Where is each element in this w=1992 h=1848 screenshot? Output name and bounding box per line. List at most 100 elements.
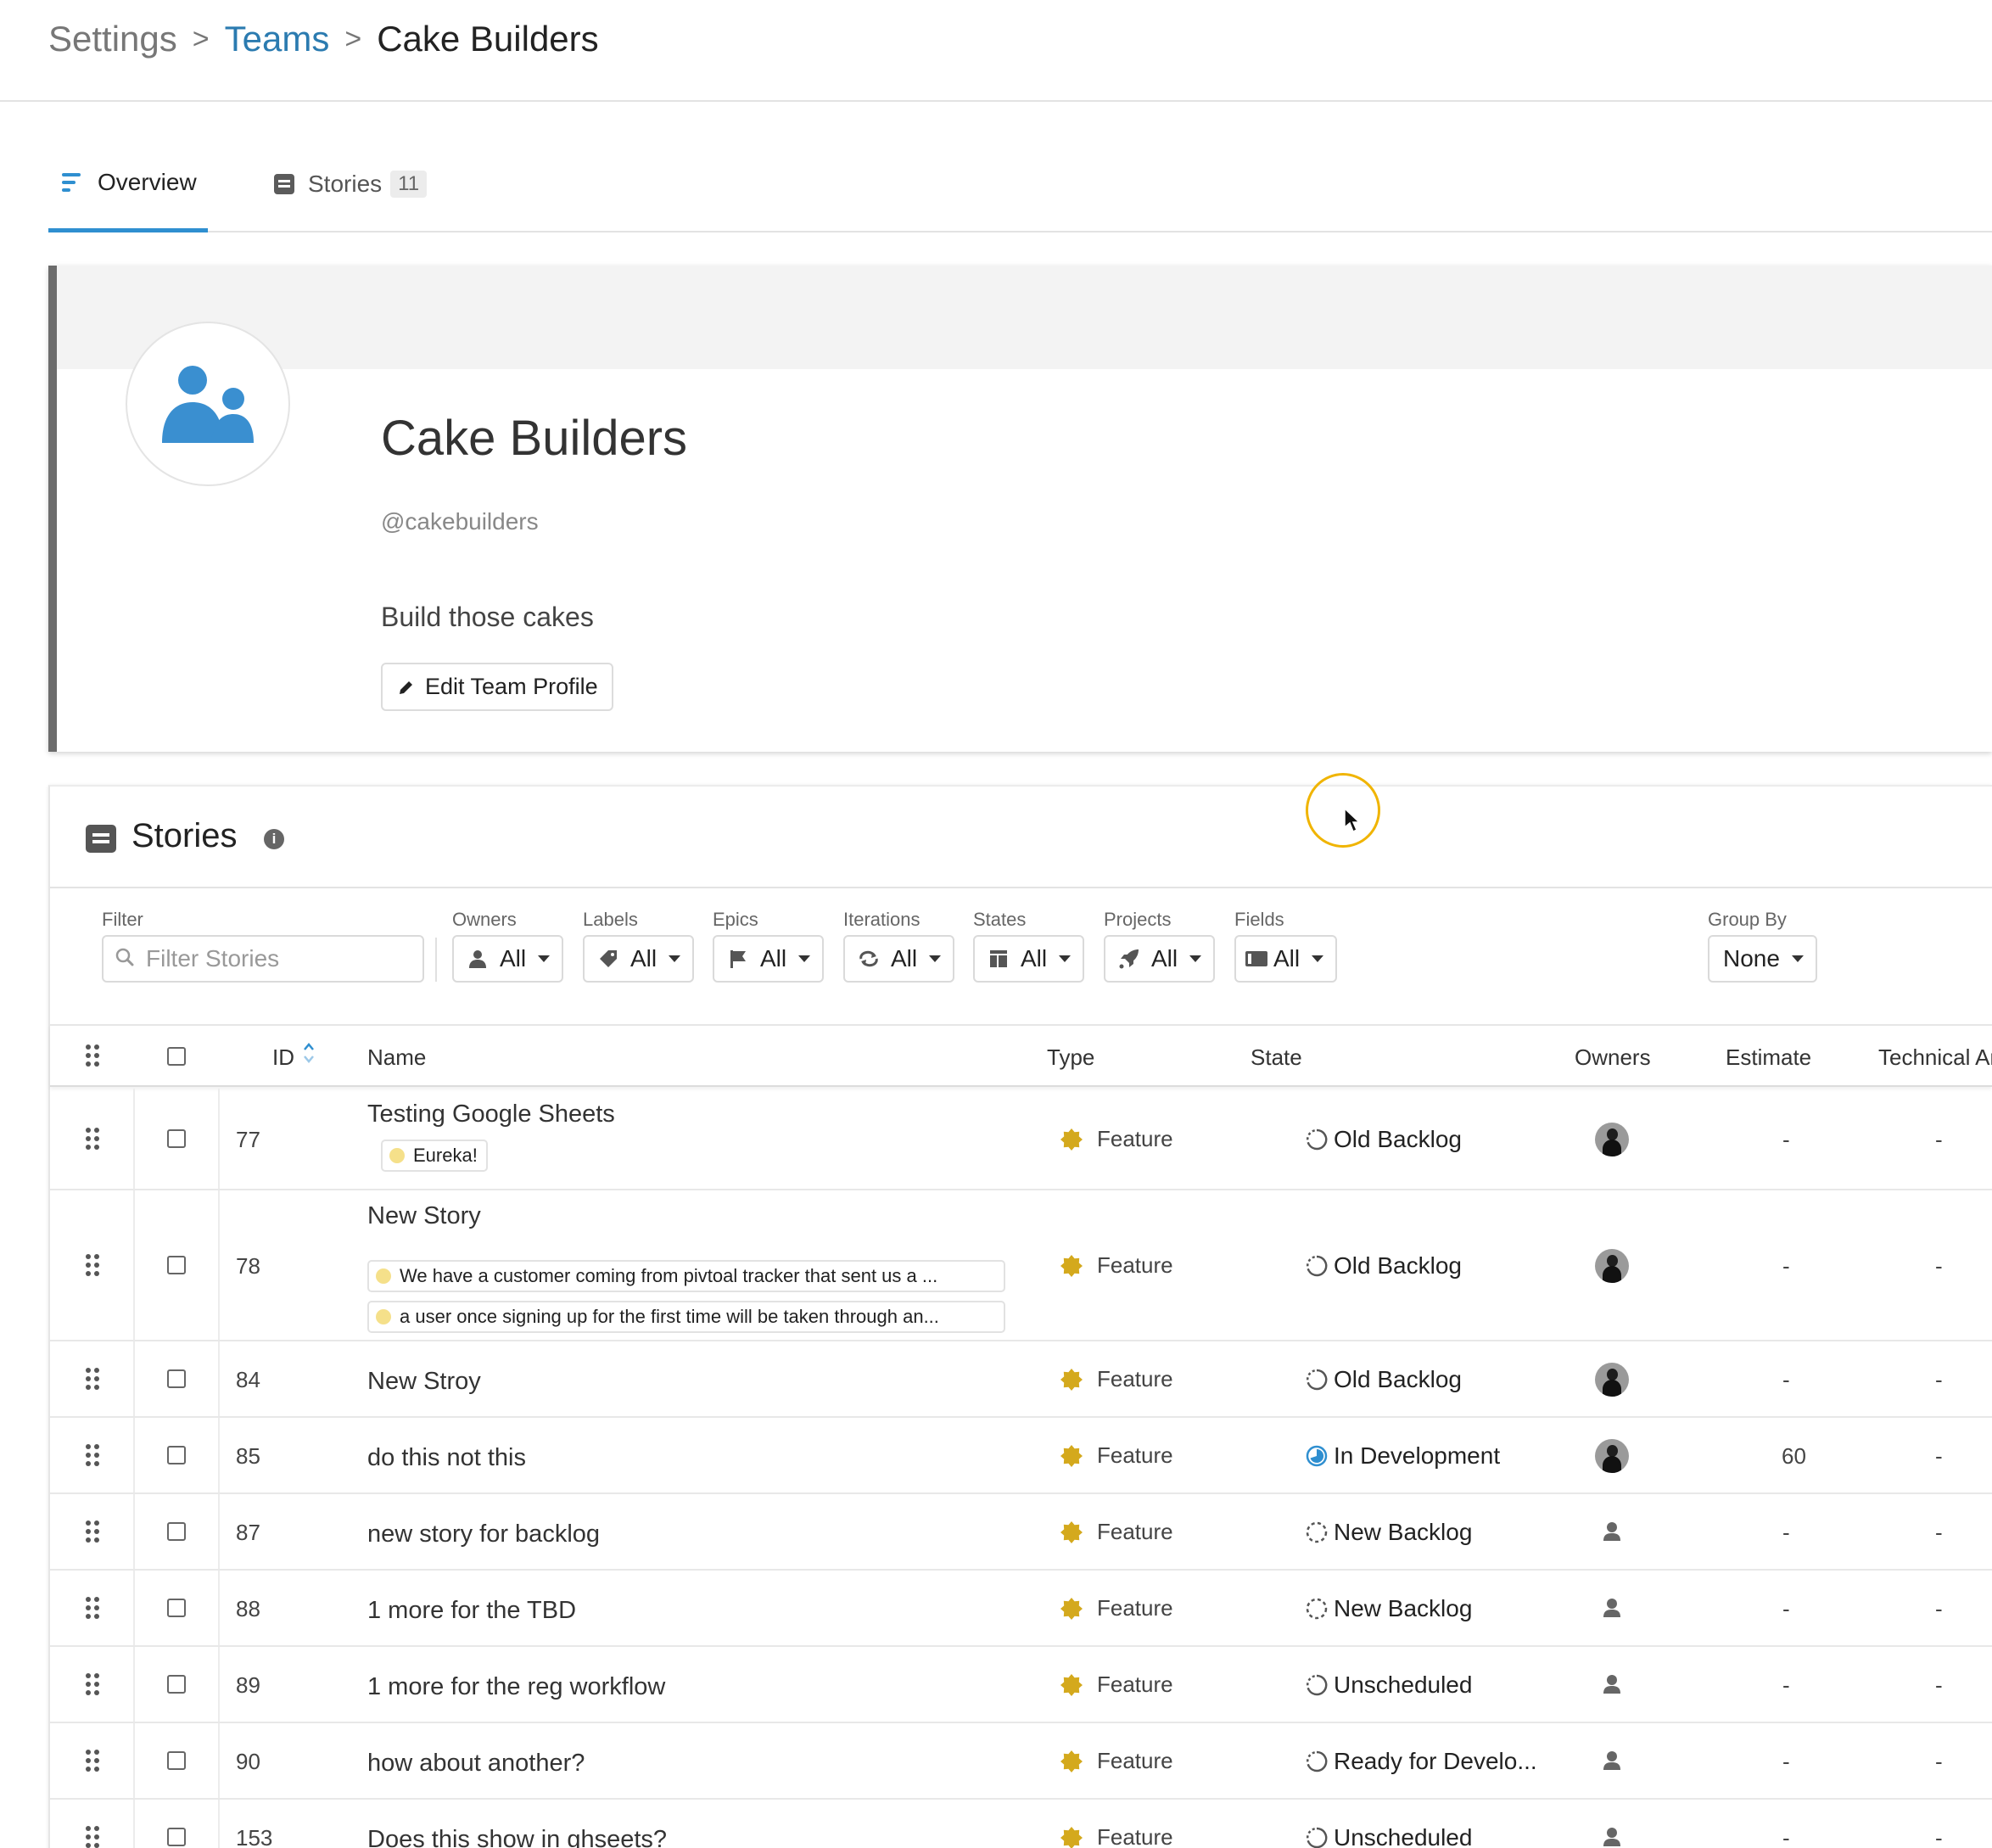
filter-stories-field[interactable] <box>102 935 424 983</box>
story-technical-area[interactable]: - <box>1935 1127 1943 1153</box>
epics-dropdown[interactable]: All <box>713 935 825 983</box>
story-estimate[interactable]: - <box>1782 1825 1790 1848</box>
row-checkbox[interactable] <box>167 1599 186 1617</box>
owner-placeholder[interactable] <box>1595 1515 1629 1549</box>
drag-handle-icon[interactable] <box>86 1044 101 1068</box>
table-row[interactable]: 89 1 more for the reg workflow Feature Unsc… <box>50 1647 1992 1723</box>
story-name-link[interactable]: how about another? <box>367 1750 585 1778</box>
drag-handle-icon[interactable] <box>86 1520 101 1544</box>
story-state[interactable]: Unscheduled <box>1305 1824 1472 1848</box>
story-state[interactable]: New Backlog <box>1305 1519 1472 1546</box>
drag-handle-icon[interactable] <box>86 1368 101 1392</box>
row-checkbox[interactable] <box>167 1369 186 1388</box>
labels-dropdown[interactable]: All <box>583 935 695 983</box>
owner-placeholder[interactable] <box>1595 1592 1629 1626</box>
story-estimate[interactable]: - <box>1782 1749 1790 1775</box>
drag-handle-icon[interactable] <box>86 1128 101 1151</box>
column-header-name[interactable]: Name <box>367 1044 426 1071</box>
owner-avatar[interactable] <box>1595 1439 1629 1473</box>
drag-handle-icon[interactable] <box>86 1444 101 1468</box>
owners-dropdown[interactable]: All <box>452 935 564 983</box>
owner-placeholder[interactable] <box>1595 1668 1629 1702</box>
row-checkbox[interactable] <box>167 1446 186 1464</box>
story-name-link[interactable]: 1 more for the reg workflow <box>367 1673 665 1701</box>
story-estimate[interactable]: - <box>1782 1596 1790 1622</box>
story-label-chip[interactable]: We have a customer coming from pivtoal t… <box>367 1260 1005 1292</box>
story-name-link[interactable]: do this not this <box>367 1444 526 1472</box>
story-state[interactable]: Old Backlog <box>1305 1126 1462 1153</box>
story-estimate[interactable]: - <box>1782 1253 1790 1280</box>
breadcrumb-teams[interactable]: Teams <box>225 15 330 63</box>
story-state[interactable]: In Development <box>1305 1442 1500 1470</box>
owner-placeholder[interactable] <box>1595 1821 1629 1848</box>
story-state[interactable]: New Backlog <box>1305 1595 1472 1622</box>
table-row[interactable]: 90 how about another? Feature Ready for Dev… <box>50 1723 1992 1800</box>
row-checkbox[interactable] <box>167 1828 186 1846</box>
select-all-checkbox[interactable] <box>167 1047 186 1066</box>
column-header-technical-area[interactable]: Technical Ar <box>1878 1044 1992 1071</box>
edit-team-profile-button[interactable]: Edit Team Profile <box>381 663 613 711</box>
row-checkbox[interactable] <box>167 1129 186 1148</box>
story-technical-area[interactable]: - <box>1935 1672 1943 1699</box>
table-row[interactable]: 153 Does this show in ghseets? Feature Unsc… <box>50 1800 1992 1848</box>
table-row[interactable]: 88 1 more for the TBD Feature New Backlog - - <box>50 1571 1992 1647</box>
projects-dropdown[interactable]: All <box>1104 935 1216 983</box>
story-name-link[interactable]: New Story <box>367 1202 481 1230</box>
row-checkbox[interactable] <box>167 1522 186 1541</box>
row-checkbox[interactable] <box>167 1675 186 1694</box>
filter-stories-input[interactable] <box>146 945 400 972</box>
story-label-chip[interactable]: Eureka! <box>381 1140 488 1172</box>
column-header-estimate[interactable]: Estimate <box>1726 1044 1811 1071</box>
drag-handle-icon[interactable] <box>86 1750 101 1773</box>
story-estimate[interactable]: - <box>1782 1367 1790 1393</box>
column-header-owners[interactable]: Owners <box>1575 1044 1651 1071</box>
tab-overview[interactable]: Overview <box>48 136 208 232</box>
story-technical-area[interactable]: - <box>1935 1596 1943 1622</box>
drag-handle-icon[interactable] <box>86 1826 101 1848</box>
fields-dropdown[interactable]: All <box>1234 935 1338 983</box>
breadcrumb-settings[interactable]: Settings <box>48 15 177 63</box>
story-technical-area[interactable]: - <box>1935 1825 1943 1848</box>
drag-handle-icon[interactable] <box>86 1673 101 1697</box>
owner-avatar[interactable] <box>1595 1123 1629 1156</box>
owner-avatar[interactable] <box>1595 1249 1629 1283</box>
owner-avatar[interactable] <box>1595 1363 1629 1397</box>
row-checkbox[interactable] <box>167 1751 186 1770</box>
column-header-id[interactable]: ID <box>272 1044 294 1071</box>
story-technical-area[interactable]: - <box>1935 1367 1943 1393</box>
row-checkbox[interactable] <box>167 1256 186 1274</box>
info-icon[interactable]: i <box>264 829 284 849</box>
story-technical-area[interactable]: - <box>1935 1749 1943 1775</box>
iterations-dropdown[interactable]: All <box>843 935 955 983</box>
table-row[interactable]: 84 New Stroy Feature Old Backlog - - <box>50 1341 1992 1418</box>
owner-placeholder[interactable] <box>1595 1744 1629 1778</box>
story-technical-area[interactable]: - <box>1935 1520 1943 1546</box>
story-name-link[interactable]: new story for backlog <box>367 1520 600 1548</box>
tab-stories[interactable]: Stories 11 <box>274 136 428 232</box>
story-name-link[interactable]: New Stroy <box>367 1368 481 1396</box>
sort-icon[interactable] <box>303 1041 315 1065</box>
states-dropdown[interactable]: All <box>973 935 1085 983</box>
story-name-link[interactable]: Does this show in ghseets? <box>367 1826 667 1848</box>
story-state[interactable]: Unscheduled <box>1305 1672 1472 1699</box>
table-row[interactable]: 87 new story for backlog Feature New Backlo… <box>50 1494 1992 1571</box>
column-header-type[interactable]: Type <box>1047 1044 1094 1071</box>
story-name-link[interactable]: 1 more for the TBD <box>367 1597 576 1625</box>
story-state[interactable]: Old Backlog <box>1305 1252 1462 1280</box>
drag-handle-icon[interactable] <box>86 1597 101 1621</box>
story-name-link[interactable]: Testing Google Sheets <box>367 1100 615 1128</box>
story-estimate[interactable]: 60 <box>1782 1443 1806 1470</box>
story-estimate[interactable]: - <box>1782 1127 1790 1153</box>
story-estimate[interactable]: - <box>1782 1520 1790 1546</box>
story-label-chip[interactable]: a user once signing up for the first tim… <box>367 1301 1005 1333</box>
column-header-state[interactable]: State <box>1251 1044 1302 1071</box>
table-row[interactable]: 77 Testing Google Sheets Eureka! Feature Old… <box>50 1089 1992 1190</box>
drag-handle-icon[interactable] <box>86 1254 101 1278</box>
table-row[interactable]: 85 do this not this Feature In Development 6… <box>50 1418 1992 1494</box>
story-state[interactable]: Old Backlog <box>1305 1366 1462 1393</box>
story-state[interactable]: Ready for Develo... <box>1305 1748 1537 1775</box>
story-technical-area[interactable]: - <box>1935 1443 1943 1470</box>
story-estimate[interactable]: - <box>1782 1672 1790 1699</box>
groupby-dropdown[interactable]: None <box>1708 935 1817 983</box>
table-row[interactable]: 78 New Story We have a customer coming fro… <box>50 1190 1992 1341</box>
